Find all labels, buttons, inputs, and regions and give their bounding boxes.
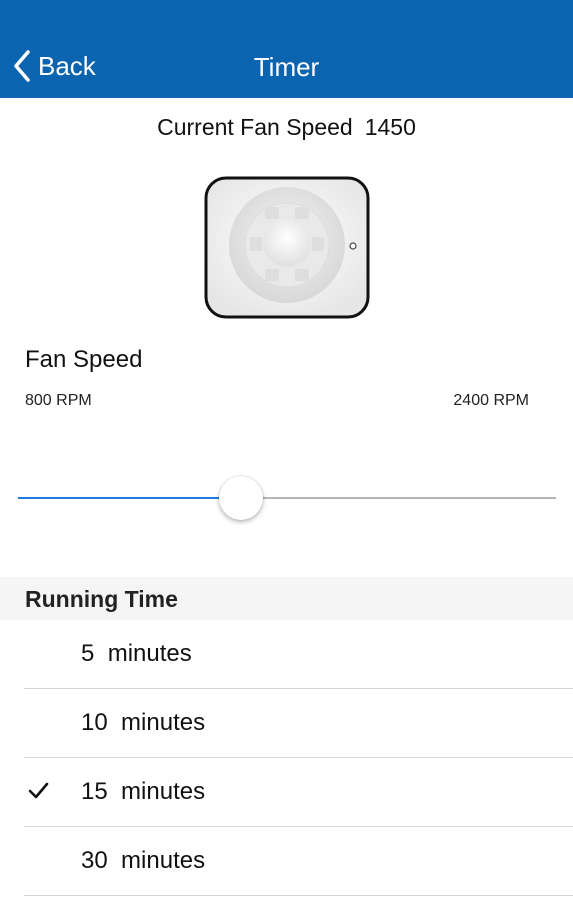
option-label: 5 minutes <box>81 640 192 667</box>
checkmark-icon <box>27 780 49 802</box>
option-label: 10 minutes <box>81 709 206 736</box>
option-label: 15 minutes <box>81 778 206 805</box>
running-time-title: Running Time <box>25 586 178 612</box>
fan-speed-slider[interactable] <box>18 476 556 520</box>
option-label: 30 minutes <box>81 847 206 874</box>
slider-track-empty <box>241 497 556 499</box>
checkmark-icon <box>27 711 49 733</box>
running-time-option-30[interactable]: 30 minutes <box>0 827 573 896</box>
row-divider <box>24 895 573 896</box>
slider-thumb[interactable] <box>219 476 263 520</box>
checkmark-icon <box>27 849 49 871</box>
current-fan-speed-value: 1450 <box>364 114 416 140</box>
rpm-min-label: 800 RPM <box>25 392 92 409</box>
current-fan-speed: Current Fan Speed 1450 <box>0 114 573 141</box>
page-title: Timer <box>253 52 320 82</box>
slider-track-filled <box>18 497 241 499</box>
extractor-fan-icon <box>203 175 371 320</box>
running-time-option-5[interactable]: 5 minutes <box>0 620 573 689</box>
navigation-bar: Back Timer <box>0 0 573 98</box>
rpm-max-label: 2400 RPM <box>453 392 529 409</box>
running-time-header: Running Time <box>0 577 573 620</box>
running-time-option-15[interactable]: 15 minutes <box>0 758 573 827</box>
running-time-option-10[interactable]: 10 minutes <box>0 689 573 758</box>
checkmark-icon <box>27 642 49 664</box>
current-fan-speed-label: Current Fan Speed <box>157 114 353 140</box>
fan-speed-label: Fan Speed <box>25 346 143 373</box>
running-time-options: 5 minutes 10 minutes 15 minutes 30 minut… <box>0 620 573 896</box>
